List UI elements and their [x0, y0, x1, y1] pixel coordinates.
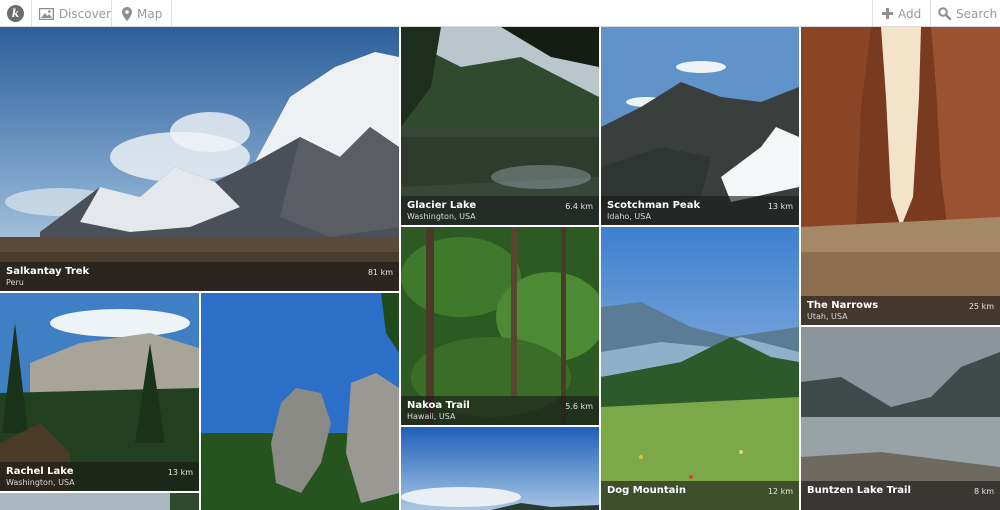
add-button[interactable]: Add — [872, 0, 930, 27]
trail-card-buntzen-lake-trail[interactable]: Buntzen Lake Trail 8 km — [801, 327, 1000, 510]
discover-label: Discover — [58, 6, 111, 21]
trail-distance: 6.4 km — [565, 202, 593, 211]
trail-name: The Narrows — [807, 300, 879, 311]
trail-name: Rachel Lake — [6, 466, 74, 477]
trail-photo — [0, 493, 199, 510]
trail-location: Washington, USA — [407, 212, 476, 221]
trail-caption: Dog Mountain 12 km — [601, 481, 799, 510]
trail-card-partial[interactable] — [401, 427, 599, 510]
trail-card-glacier-lake[interactable]: Glacier Lake Washington, USA 6.4 km — [401, 27, 599, 225]
search-button[interactable]: Search — [930, 0, 1000, 27]
trail-name: Salkantay Trek — [6, 266, 90, 277]
logo-button[interactable]: k — [0, 0, 32, 27]
map-label: Map — [137, 6, 163, 21]
trail-location: Washington, USA — [6, 478, 75, 487]
trail-distance: 12 km — [767, 487, 793, 496]
trail-photo — [0, 27, 399, 291]
trail-caption: Scotchman Peak Idaho, USA 13 km — [601, 196, 799, 225]
trail-card-rachel-lake[interactable]: Rachel Lake Washington, USA 13 km — [0, 293, 199, 491]
trail-distance: 81 km — [367, 268, 393, 277]
trail-card-salkantay-trek[interactable]: Salkantay Trek Peru 81 km — [0, 27, 399, 291]
trail-card-the-narrows[interactable]: The Narrows Utah, USA 25 km — [801, 27, 1000, 325]
top-nav-bar: k Discover Map Add Search — [0, 0, 1000, 27]
trail-location: Utah, USA — [807, 312, 848, 321]
trail-caption: Salkantay Trek Peru 81 km — [0, 262, 399, 291]
trail-distance: 13 km — [167, 468, 193, 477]
trail-card-rock-formation[interactable] — [201, 293, 399, 510]
trail-caption: Rachel Lake Washington, USA 13 km — [0, 462, 199, 491]
trail-caption: Glacier Lake Washington, USA 6.4 km — [401, 196, 599, 225]
trail-caption: The Narrows Utah, USA 25 km — [801, 296, 1000, 325]
discover-button[interactable]: Discover — [32, 0, 112, 27]
map-button[interactable]: Map — [112, 0, 172, 27]
trail-location: Hawaii, USA — [407, 412, 456, 421]
trail-photo — [601, 227, 799, 510]
trail-photo — [401, 427, 599, 510]
trail-card-nakoa-trail[interactable]: Nakoa Trail Hawaii, USA 5.6 km — [401, 227, 599, 425]
trail-card-scotchman-peak[interactable]: Scotchman Peak Idaho, USA 13 km — [601, 27, 799, 225]
trail-location: Peru — [6, 278, 24, 287]
trail-distance: 13 km — [767, 202, 793, 211]
plus-icon — [882, 8, 893, 19]
trail-card-partial[interactable] — [0, 493, 199, 510]
search-label: Search — [956, 6, 998, 21]
trail-distance: 5.6 km — [565, 402, 593, 411]
trail-photo — [801, 27, 1000, 325]
trail-name: Dog Mountain — [607, 485, 686, 496]
k-logo-icon: k — [7, 5, 24, 22]
map-pin-icon — [122, 6, 132, 21]
image-icon — [39, 7, 54, 20]
trail-caption: Buntzen Lake Trail 8 km — [801, 481, 1000, 510]
trail-card-dog-mountain[interactable]: Dog Mountain 12 km — [601, 227, 799, 510]
trail-distance: 25 km — [968, 302, 994, 311]
trail-distance: 8 km — [973, 487, 994, 496]
trail-location: Idaho, USA — [607, 212, 651, 221]
trail-name: Buntzen Lake Trail — [807, 485, 911, 496]
trail-photo — [201, 293, 399, 510]
add-label: Add — [898, 6, 922, 21]
trail-name: Scotchman Peak — [607, 200, 701, 211]
trail-caption: Nakoa Trail Hawaii, USA 5.6 km — [401, 396, 599, 425]
search-icon — [938, 7, 951, 20]
